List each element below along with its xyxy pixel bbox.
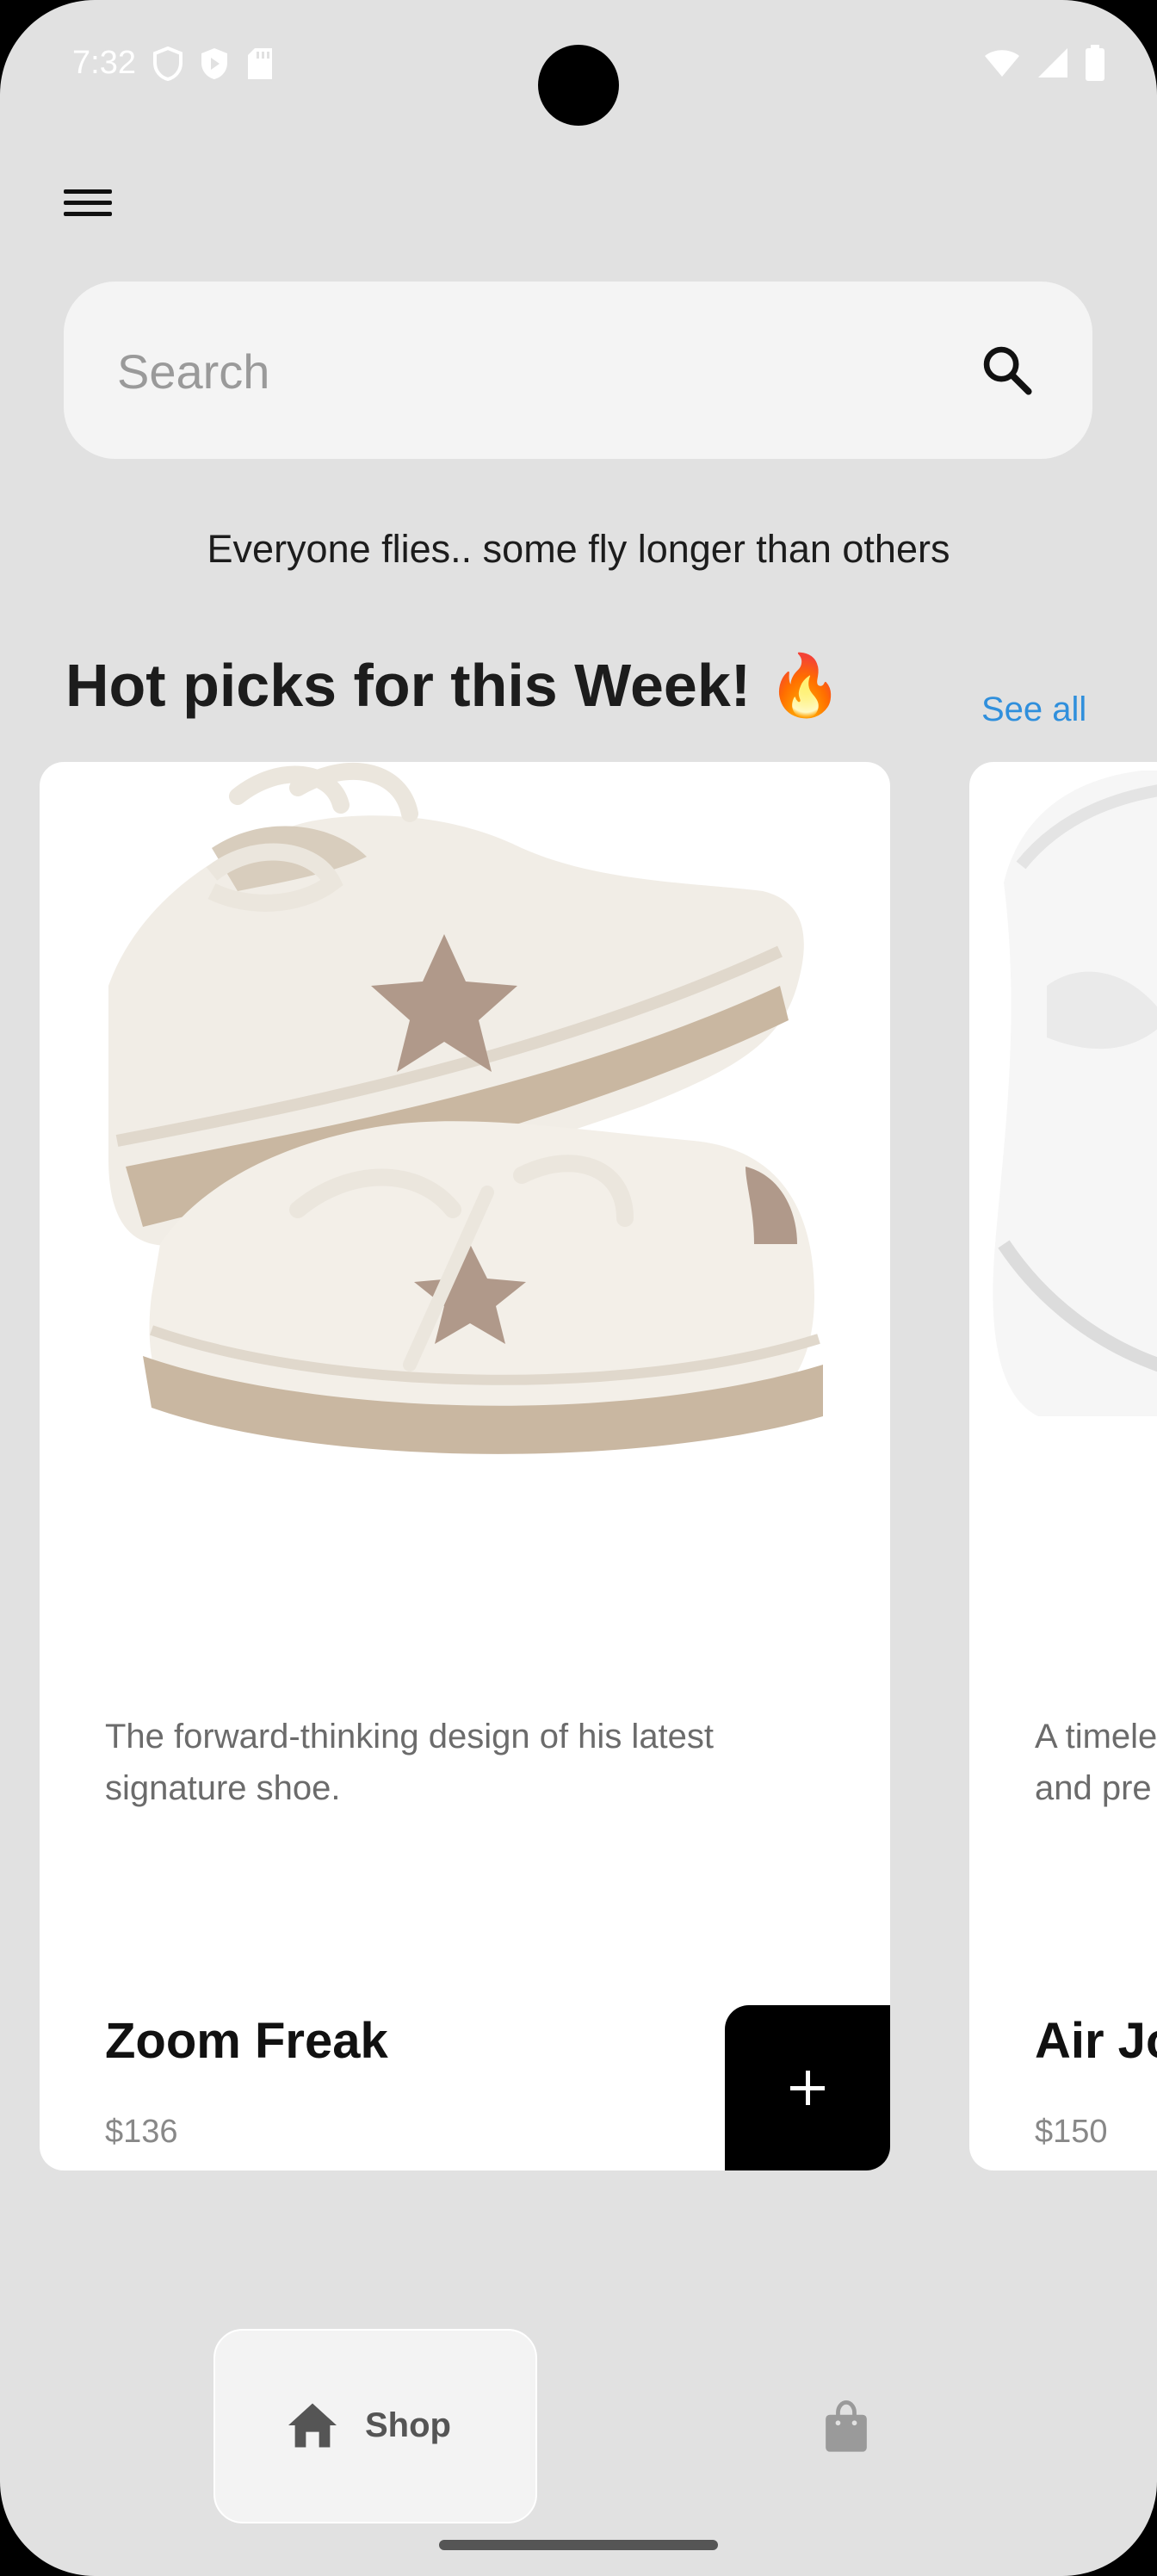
product-price: $150 (1035, 2114, 1108, 2150)
shield-icon (153, 46, 183, 81)
product-description-line: and pre (1035, 1769, 1152, 1807)
app-screen: 7:32 Search Everyone flies.. some fly lo… (0, 0, 1157, 2576)
sd-card-icon (248, 48, 272, 79)
shoe-lower-illustration (143, 1121, 823, 1454)
see-all-link[interactable]: See all (981, 690, 1086, 729)
section-title: Hot picks for this Week! 🔥 (65, 652, 843, 719)
search-bar (64, 282, 1092, 459)
product-image (108, 762, 823, 1454)
nav-shop-label: Shop (365, 2406, 451, 2444)
nav-shop-tab[interactable]: Shop (213, 2329, 537, 2523)
product-description: The forward-thinking design of his lates… (105, 1718, 715, 1807)
product-name: Zoom Freak (105, 2013, 388, 2069)
product-image (993, 771, 1157, 1416)
product-card[interactable]: A timele and pre Air Jo $150 (969, 762, 1157, 2170)
status-icons-left (153, 46, 274, 81)
play-shield-icon (201, 48, 227, 79)
product-price: $136 (105, 2114, 178, 2150)
tagline: Everyone flies.. some fly longer than ot… (207, 527, 950, 571)
front-camera (538, 45, 619, 126)
product-name: Air Jo (1035, 2013, 1157, 2069)
battery-icon (1086, 45, 1104, 81)
product-description-line: A timele (1035, 1718, 1157, 1756)
gesture-home-indicator[interactable] (439, 2540, 718, 2550)
hamburger-menu-icon[interactable] (57, 183, 119, 238)
home-icon (288, 2403, 337, 2448)
add-to-cart-button[interactable] (725, 2005, 890, 2170)
signal-icon (1038, 48, 1067, 77)
search-input[interactable] (115, 333, 980, 409)
search-icon[interactable] (979, 342, 1036, 399)
shopping-bag-icon[interactable] (821, 2400, 871, 2454)
status-icons-right (983, 45, 1105, 81)
product-description: A timele and pre (1035, 1711, 1157, 1814)
wifi-icon (985, 50, 1019, 77)
product-card[interactable]: The forward-thinking design of his lates… (40, 762, 890, 2170)
status-time: 7:32 (72, 45, 136, 81)
